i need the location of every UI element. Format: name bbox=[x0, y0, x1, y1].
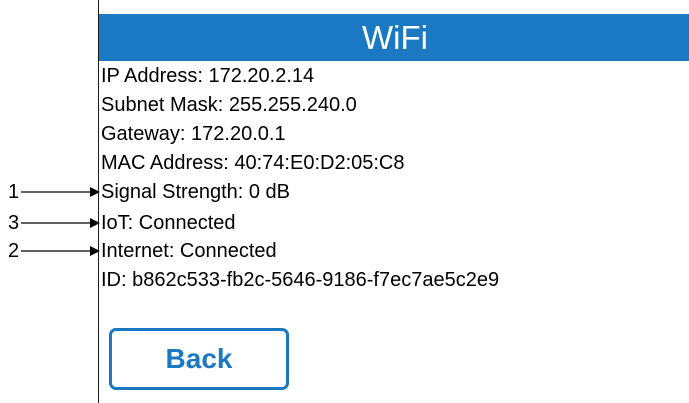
callout-signal-strength: 1 bbox=[0, 180, 100, 204]
back-button[interactable]: Back bbox=[109, 328, 289, 390]
subnet-mask-text: Subnet Mask: 255.255.240.0 bbox=[101, 94, 357, 116]
mac-address-text: MAC Address: 40:74:E0:D2:05:C8 bbox=[101, 152, 405, 174]
callout-internet: 2 bbox=[0, 239, 100, 263]
ip-address-text: IP Address: 172.20.2.14 bbox=[101, 65, 315, 87]
page-title: WiFi bbox=[99, 14, 689, 61]
callout-number: 2 bbox=[8, 240, 20, 262]
signal-strength-text: Signal Strength: 0 dB bbox=[101, 181, 291, 203]
callout-arrow-icon bbox=[21, 218, 100, 228]
wifi-screen: WiFi IP Address: 172.20.2.14 Subnet Mask… bbox=[98, 0, 689, 403]
device-id-text: ID: b862c533-fb2c-5646-9186-f7ec7ae5c2e9 bbox=[101, 269, 500, 291]
callout-number: 3 bbox=[8, 212, 20, 234]
callout-arrow-icon bbox=[21, 246, 100, 256]
callout-arrow-icon bbox=[21, 187, 100, 197]
internet-status-text: Internet: Connected bbox=[101, 240, 277, 262]
gateway-text: Gateway: 172.20.0.1 bbox=[101, 123, 286, 145]
iot-status-text: IoT: Connected bbox=[101, 212, 236, 234]
callout-iot: 3 bbox=[0, 211, 100, 235]
callout-number: 1 bbox=[8, 181, 20, 203]
